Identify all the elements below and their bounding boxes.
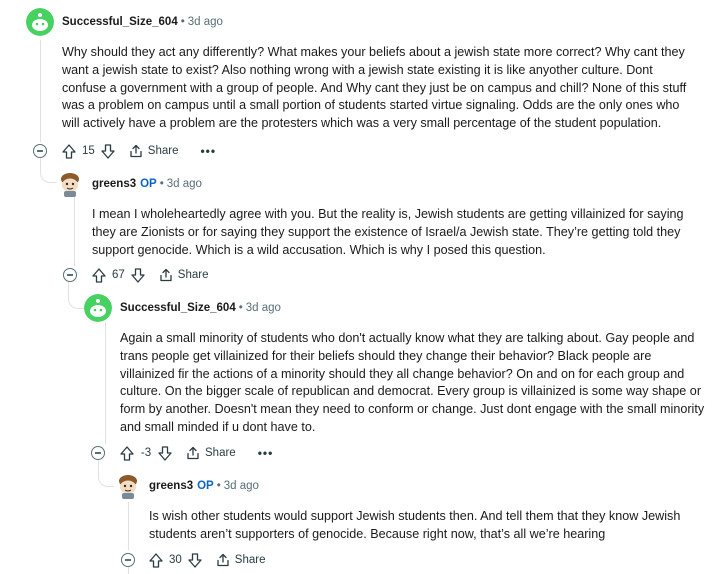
share-label: Share xyxy=(234,554,266,566)
separator-dot: • xyxy=(180,16,185,28)
vote-count: 30 xyxy=(169,554,182,566)
thread-line xyxy=(105,322,106,444)
collapse-minus-icon[interactable] xyxy=(121,553,135,567)
vote-count: 15 xyxy=(82,145,95,157)
separator-dot: • xyxy=(238,302,243,314)
share-button[interactable]: Share xyxy=(159,268,209,282)
comment-body: Again a small minority of students who d… xyxy=(120,331,705,434)
timestamp[interactable]: 3d ago xyxy=(167,178,202,190)
comment-meta: Successful_Size_604 • 3d ago xyxy=(120,302,281,314)
thread-line xyxy=(40,40,41,142)
share-label: Share xyxy=(177,269,209,281)
snoo-green-avatar-icon xyxy=(26,8,54,36)
share-icon xyxy=(217,553,229,567)
share-icon xyxy=(187,446,199,460)
more-options-icon[interactable]: ••• xyxy=(258,446,274,460)
avatar[interactable] xyxy=(56,170,84,198)
op-badge: OP xyxy=(197,480,214,492)
comment-actions: -3 Share ••• xyxy=(120,443,273,463)
thread-line xyxy=(128,566,129,574)
author-name[interactable]: Successful_Size_604 xyxy=(120,302,236,314)
comment-actions: 15 Share ••• xyxy=(62,141,216,161)
separator-dot: • xyxy=(159,178,164,190)
share-button[interactable]: Share xyxy=(129,144,179,158)
collapse-minus-icon[interactable] xyxy=(33,144,47,158)
timestamp[interactable]: 3d ago xyxy=(224,480,259,492)
author-name[interactable]: greens3 xyxy=(92,178,136,190)
vote-count: -3 xyxy=(140,447,152,459)
comment-body: Why should they act any differently? Wha… xyxy=(62,45,687,131)
author-name[interactable]: Successful_Size_604 xyxy=(62,16,178,28)
separator-dot: • xyxy=(216,480,221,492)
upvote-arrow-icon[interactable] xyxy=(149,552,163,568)
upvote-arrow-icon[interactable] xyxy=(120,445,134,461)
thread-line xyxy=(128,502,129,550)
share-button[interactable]: Share xyxy=(186,446,236,460)
comment-meta: greens3 OP • 3d ago xyxy=(92,178,202,190)
more-options-icon[interactable]: ••• xyxy=(200,144,216,158)
comment-body: Is wish other students would support Jew… xyxy=(149,509,681,541)
timestamp[interactable]: 3d ago xyxy=(246,302,281,314)
share-icon xyxy=(130,144,142,158)
avatar[interactable] xyxy=(26,8,54,36)
downvote-arrow-icon[interactable] xyxy=(158,445,172,461)
share-label: Share xyxy=(205,447,236,459)
comment-body: I mean I wholeheartedly agree with you. … xyxy=(92,207,684,257)
share-button[interactable]: Share xyxy=(216,553,266,567)
comment-meta: Successful_Size_604 • 3d ago xyxy=(62,16,223,28)
share-label: Share xyxy=(147,145,179,157)
avatar[interactable] xyxy=(114,472,142,500)
snoo-green-avatar-icon xyxy=(84,294,112,322)
author-name[interactable]: greens3 xyxy=(149,480,193,492)
snoo-custom-avatar-icon xyxy=(56,170,84,198)
op-badge: OP xyxy=(140,178,157,190)
downvote-arrow-icon[interactable] xyxy=(131,267,145,283)
thread-line xyxy=(74,196,75,266)
timestamp[interactable]: 3d ago xyxy=(188,16,223,28)
collapse-minus-icon[interactable] xyxy=(91,446,105,460)
upvote-arrow-icon[interactable] xyxy=(92,267,106,283)
collapse-minus-icon[interactable] xyxy=(63,268,77,282)
share-icon xyxy=(160,268,172,282)
snoo-custom-avatar-icon xyxy=(114,472,142,500)
comment-actions: 67 Share xyxy=(92,265,208,285)
downvote-arrow-icon[interactable] xyxy=(188,552,202,568)
downvote-arrow-icon[interactable] xyxy=(101,143,115,159)
upvote-arrow-icon[interactable] xyxy=(62,143,76,159)
comment-actions: 30 Share xyxy=(149,550,265,570)
comment-meta: greens3 OP • 3d ago xyxy=(149,480,259,492)
vote-count: 67 xyxy=(112,269,125,281)
avatar[interactable] xyxy=(84,294,112,322)
